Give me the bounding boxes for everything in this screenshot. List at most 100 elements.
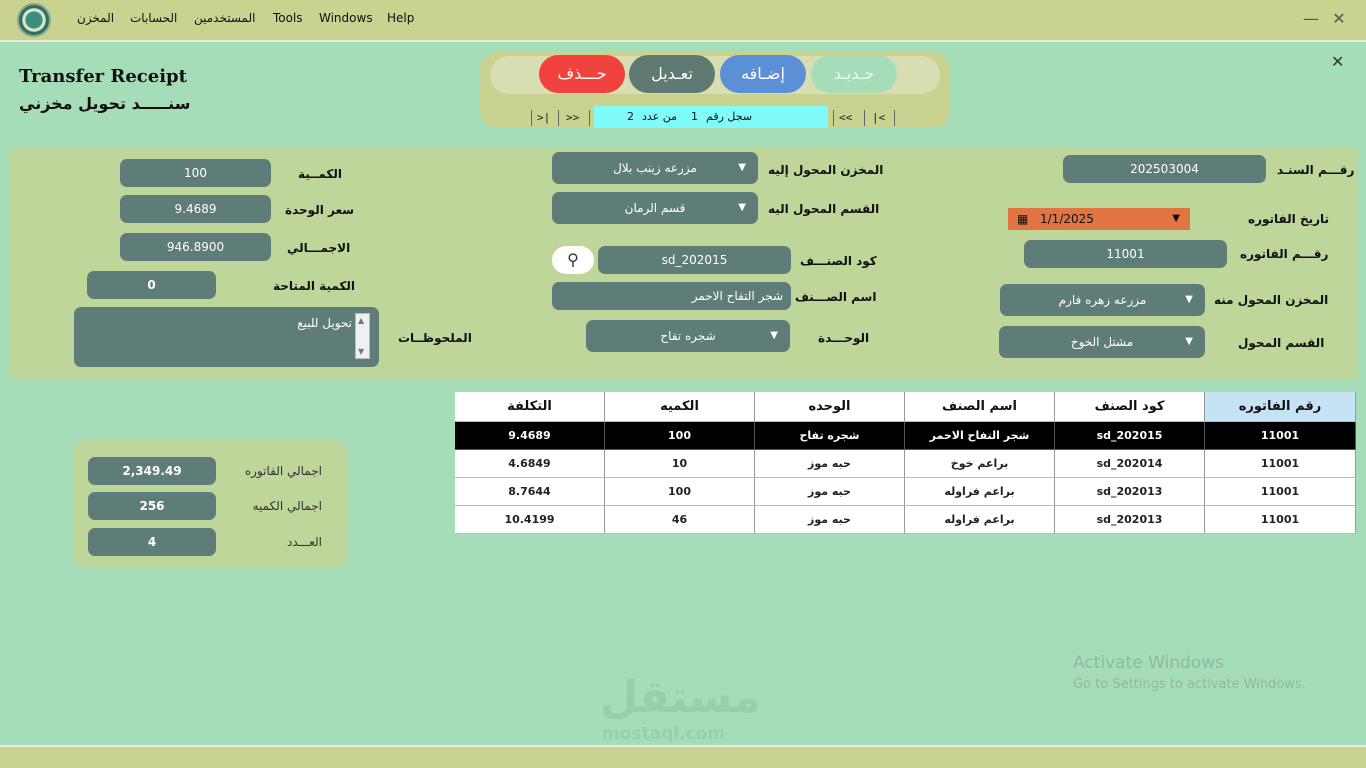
table-row[interactable]: 4.6849 10 حبه موز براعم خوخ sd_202014 11… — [455, 450, 1356, 478]
nav-first-button[interactable]: |< — [872, 111, 885, 124]
menu-store[interactable]: المخزن — [77, 11, 114, 25]
table-row[interactable]: 9.4689 100 شجره تفاح شجر التفاح الاحمر s… — [455, 422, 1356, 450]
qty-total-field[interactable]: 256 — [88, 492, 216, 520]
menu-tools[interactable]: Tools — [273, 11, 303, 25]
unit-select[interactable]: شجره تفاح ▼ — [586, 320, 790, 352]
nav-separator — [894, 110, 895, 126]
search-item-button[interactable]: ⚲ — [552, 246, 594, 274]
doc-number-field[interactable]: 202503004 — [1063, 155, 1266, 183]
cell-item-code: sd_202013 — [1055, 478, 1205, 506]
cell-item-name: شجر التفاح الاحمر — [905, 422, 1055, 450]
total-field[interactable]: 946.8900 — [120, 233, 271, 261]
item-code-label: كود الصنـــف — [800, 254, 877, 268]
unit-label: الوحـــدة — [818, 331, 870, 345]
nav-next-button[interactable]: >> — [566, 111, 579, 124]
brand-watermark-en: mostaql.com — [602, 724, 726, 744]
close-form-icon[interactable]: ✕ — [1331, 52, 1344, 71]
menu-windows[interactable]: Windows — [319, 11, 373, 25]
grid-header-item-name[interactable]: اسم الصنف — [905, 392, 1055, 422]
notes-textarea[interactable]: تحويل للبيع ▲ ▼ — [74, 307, 379, 367]
grid-header-invoice-number[interactable]: رقم الفاتوره — [1205, 392, 1356, 422]
record-indicator: 2 من عدد 1 سجل رقم — [594, 106, 828, 128]
nav-separator — [833, 110, 834, 126]
invoice-total-field[interactable]: 2,349.49 — [88, 457, 216, 485]
chevron-up-icon[interactable]: ▲ — [358, 316, 364, 325]
cell-qty: 46 — [605, 506, 755, 534]
cell-unit: حبه موز — [755, 450, 905, 478]
count-label: العـــدد — [287, 535, 322, 549]
cell-item-name: براعم فراوله — [905, 506, 1055, 534]
menu-accounts[interactable]: الحسابات — [130, 11, 177, 25]
from-store-label: المخزن المحول منه — [1214, 293, 1329, 307]
cell-item-code: sd_202013 — [1055, 506, 1205, 534]
cell-invoice-number: 11001 — [1205, 422, 1356, 450]
notes-value: تحويل للبيع — [297, 316, 352, 330]
calendar-icon: ▦ — [1017, 212, 1029, 226]
unit-value: شجره تفاح — [660, 329, 716, 343]
cell-cost: 10.4199 — [455, 506, 605, 534]
unit-price-label: سعر الوحدة — [285, 203, 355, 217]
grid-header-cost[interactable]: التكلفة — [455, 392, 605, 422]
cell-qty: 10 — [605, 450, 755, 478]
nav-separator — [864, 110, 865, 126]
table-row[interactable]: 8.7644 100 حبه موز براعم فراوله sd_20201… — [455, 478, 1356, 506]
cell-invoice-number: 11001 — [1205, 506, 1356, 534]
item-name-field[interactable]: شجر التفاح الاحمر — [552, 282, 791, 310]
new-button[interactable]: جـديـد — [811, 55, 897, 93]
search-icon: ⚲ — [567, 250, 579, 269]
qty-total-label: اجمالي الكميه — [252, 499, 322, 513]
add-button[interactable]: إضـافه — [720, 55, 806, 93]
from-section-select[interactable]: مشتل الخوخ ▼ — [999, 326, 1205, 358]
to-store-select[interactable]: مزرعه زينب بلال ▼ — [552, 152, 758, 184]
chevron-down-icon: ▼ — [770, 330, 778, 341]
record-label: سجل رقم — [706, 110, 753, 123]
cell-item-code: sd_202015 — [1055, 422, 1205, 450]
record-current: 1 — [691, 110, 698, 123]
cell-cost: 9.4689 — [455, 422, 605, 450]
grid-header-row: التكلفة الكميه الوحده اسم الصنف كود الصن… — [455, 392, 1356, 422]
menu-bar: المخزن الحسابات المستخدمين Tools Windows… — [0, 0, 1366, 40]
to-store-value: مزرعه زينب بلال — [613, 161, 697, 175]
cell-unit: شجره تفاح — [755, 422, 905, 450]
menu-users[interactable]: المستخدمين — [194, 11, 255, 25]
notes-scrollbar[interactable]: ▲ ▼ — [355, 313, 370, 359]
chevron-down-icon: ▼ — [738, 162, 746, 173]
edit-button[interactable]: تعـديل — [629, 55, 715, 93]
close-window-icon[interactable]: ✕ — [1328, 9, 1350, 28]
record-total: 2 — [627, 110, 634, 123]
menu-help[interactable]: Help — [387, 11, 414, 25]
brand-watermark-ar: مستقل — [600, 672, 761, 723]
cell-invoice-number: 11001 — [1205, 478, 1356, 506]
item-code-field[interactable]: sd_202015 — [598, 246, 791, 274]
cell-invoice-number: 11001 — [1205, 450, 1356, 478]
nav-last-button[interactable]: >| — [537, 111, 550, 124]
grid-header-item-code[interactable]: كود الصنف — [1055, 392, 1205, 422]
chevron-down-icon[interactable]: ▼ — [358, 347, 364, 356]
from-store-select[interactable]: مزرعه زهره فارم ▼ — [1000, 284, 1205, 316]
form-title-ar: سنـــــد تحويل مخزني — [19, 94, 191, 113]
delete-button[interactable]: حـــذف — [539, 55, 625, 93]
unit-price-field[interactable]: 9.4689 — [120, 195, 271, 223]
cell-qty: 100 — [605, 478, 755, 506]
count-field[interactable]: 4 — [88, 528, 216, 556]
invoice-date-label: تاريخ الفاتوره — [1248, 212, 1330, 226]
quantity-field[interactable]: 100 — [120, 159, 271, 187]
invoice-total-label: اجمالي الفاتوره — [244, 464, 322, 478]
chevron-down-icon: ▼ — [1185, 336, 1193, 347]
grid-header-qty[interactable]: الكميه — [605, 392, 755, 422]
table-row[interactable]: 10.4199 46 حبه موز براعم فراوله sd_20201… — [455, 506, 1356, 534]
cell-unit: حبه موز — [755, 478, 905, 506]
to-section-select[interactable]: قسم الرمان ▼ — [552, 192, 758, 224]
nav-prev-button[interactable]: << — [839, 111, 852, 124]
invoice-number-field[interactable]: 11001 — [1024, 240, 1227, 268]
from-store-value: مزرعه زهره فارم — [1058, 293, 1147, 307]
invoice-date-picker[interactable]: ▦ 1/1/2025 ▼ — [1008, 208, 1190, 230]
record-of-label: من عدد — [642, 110, 677, 123]
grid-header-unit[interactable]: الوحده — [755, 392, 905, 422]
to-section-label: القسم المحول اليه — [768, 202, 880, 216]
activate-windows-title: Activate Windows — [1073, 653, 1224, 673]
minimize-icon[interactable]: — — [1300, 9, 1322, 28]
available-field[interactable]: 0 — [87, 271, 216, 299]
invoice-number-label: رقـــم الفاتوره — [1240, 247, 1329, 261]
status-strip — [0, 745, 1366, 768]
